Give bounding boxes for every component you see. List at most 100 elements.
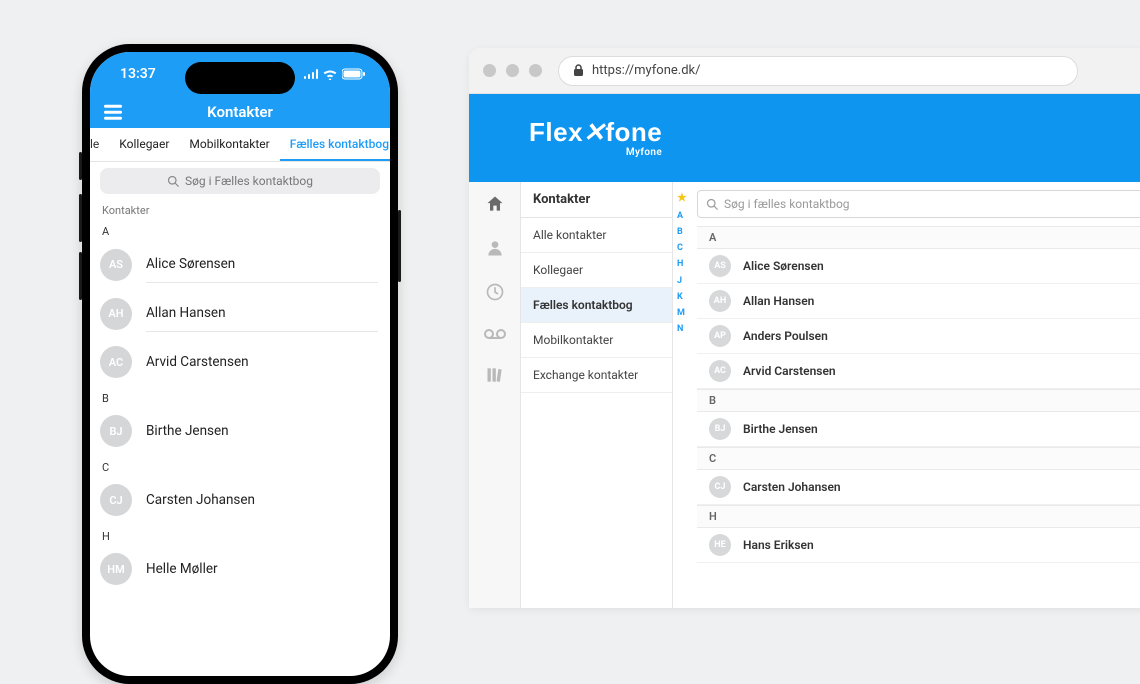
section-header: C xyxy=(697,447,1140,470)
tab-kollegaer[interactable]: Kollegaer xyxy=(109,128,179,161)
contact-name: Alice Sørensen xyxy=(743,259,824,273)
sidebar-item-alle[interactable]: Alle kontakter xyxy=(521,218,672,253)
contact-row[interactable]: AC Arvid Carstensen xyxy=(90,338,390,386)
contact-row[interactable]: AS Alice Sørensen xyxy=(90,240,390,289)
search-placeholder: Søg i fælles kontaktbog xyxy=(724,197,850,211)
contact-row[interactable]: AH Allan Hansen xyxy=(697,284,1140,319)
window-dot[interactable] xyxy=(506,64,519,77)
avatar: AH xyxy=(709,290,731,312)
avatar: AC xyxy=(709,360,731,382)
home-icon[interactable] xyxy=(485,194,505,218)
sidebar-title: Kontakter xyxy=(521,182,672,218)
index-letter[interactable]: B xyxy=(677,224,693,240)
contact-row[interactable]: AP Anders Poulsen xyxy=(697,319,1140,354)
sidebar-item-kollegaer[interactable]: Kollegaer xyxy=(521,253,672,288)
section-header: H xyxy=(90,524,390,545)
contact-row[interactable]: BJ Birthe Jensen xyxy=(90,407,390,455)
menu-icon[interactable] xyxy=(104,105,122,120)
contact-list: A AS Alice Sørensen AH Allan Hansen AP A… xyxy=(697,226,1140,608)
sidebar-item-mobil[interactable]: Mobilkontakter xyxy=(521,323,672,358)
avatar: AS xyxy=(100,249,132,281)
avatar: AS xyxy=(709,255,731,277)
signal-icon xyxy=(304,69,319,79)
brand-logo: Flex✕fone xyxy=(529,119,662,145)
contact-row[interactable]: AH Allan Hansen xyxy=(90,289,390,338)
window-dot[interactable] xyxy=(529,64,542,77)
brand-sub: Myfone xyxy=(529,147,662,158)
url-bar[interactable]: https://myfone.dk/ xyxy=(558,56,1078,86)
tabs: le Kollegaer Mobilkontakter Fælles konta… xyxy=(90,128,390,162)
index-letter[interactable]: M xyxy=(677,305,693,321)
app-title: Kontakter xyxy=(207,103,273,121)
phone-notch xyxy=(185,62,295,94)
avatar: BJ xyxy=(100,415,132,447)
tab-partial[interactable]: le xyxy=(90,128,109,161)
avatar: AC xyxy=(100,346,132,378)
alpha-index: ★ A B C H J K M N xyxy=(673,182,693,608)
search-placeholder: Søg i Fælles kontaktbog xyxy=(185,174,313,188)
index-letter[interactable]: C xyxy=(677,240,693,256)
search-icon xyxy=(706,198,718,210)
index-letter[interactable]: A xyxy=(677,208,693,224)
contact-name: Arvid Carstensen xyxy=(146,344,378,380)
contact-row[interactable]: CJ Carsten Johansen xyxy=(697,470,1140,505)
browser-chrome: https://myfone.dk/ xyxy=(469,48,1140,94)
avatar: HM xyxy=(100,553,132,585)
list-label: Kontakter xyxy=(90,200,390,219)
contact-row[interactable]: AS Alice Sørensen xyxy=(697,249,1140,284)
index-letter[interactable]: J xyxy=(677,273,693,289)
contact-name: Carsten Johansen xyxy=(743,480,841,494)
contact-row[interactable]: HE Hans Eriksen xyxy=(697,528,1140,563)
browser-window: https://myfone.dk/ Flex✕fone Myfone xyxy=(469,48,1140,608)
avatar: HE xyxy=(709,534,731,556)
contact-name: Allan Hansen xyxy=(743,294,814,308)
index-letter[interactable]: N xyxy=(677,321,693,337)
window-dot[interactable] xyxy=(483,64,496,77)
contact-name: Arvid Carstensen xyxy=(743,364,836,378)
contact-name: Helle Møller xyxy=(146,551,378,587)
voicemail-icon[interactable] xyxy=(484,326,506,345)
section-header: B xyxy=(90,386,390,407)
contact-name: Allan Hansen xyxy=(146,295,378,332)
avatar: CJ xyxy=(709,476,731,498)
contact-row[interactable]: CJ Carsten Johansen xyxy=(90,476,390,524)
star-icon[interactable]: ★ xyxy=(677,188,693,208)
section-header: A xyxy=(697,226,1140,249)
url-text: https://myfone.dk/ xyxy=(592,63,700,78)
avatar: BJ xyxy=(709,418,731,440)
section-header: A xyxy=(90,219,390,240)
search-input[interactable]: Søg i Fælles kontaktbog xyxy=(100,168,380,194)
section-header: H xyxy=(697,505,1140,528)
lock-icon xyxy=(573,64,584,77)
main-column: Søg i fælles kontaktbog ❯ A AS Alice Sør… xyxy=(693,182,1140,608)
tab-faelles[interactable]: Fælles kontaktbog xyxy=(280,128,390,161)
wifi-icon xyxy=(322,68,338,80)
clock-icon[interactable] xyxy=(485,282,505,306)
contact-row[interactable]: AC Arvid Carstensen xyxy=(697,354,1140,389)
library-icon[interactable] xyxy=(485,365,505,389)
person-icon[interactable] xyxy=(485,238,505,262)
contact-name: Carsten Johansen xyxy=(146,482,378,518)
contact-row[interactable]: BJ Birthe Jensen xyxy=(697,412,1140,447)
battery-icon xyxy=(342,68,366,80)
contact-name: Hans Eriksen xyxy=(743,538,814,552)
sidebar-item-exchange[interactable]: Exchange kontakter xyxy=(521,358,672,393)
contact-name: Anders Poulsen xyxy=(743,329,828,343)
search-icon xyxy=(167,175,179,187)
brand-bar: Flex✕fone Myfone xyxy=(469,94,1140,182)
phone-mockup: 13:37 Kontakter le Kollegaer Mobilkontak… xyxy=(82,44,398,684)
avatar: CJ xyxy=(100,484,132,516)
avatar: AP xyxy=(709,325,731,347)
tab-mobilkontakter[interactable]: Mobilkontakter xyxy=(179,128,279,161)
index-letter[interactable]: H xyxy=(677,256,693,272)
avatar: AH xyxy=(100,298,132,330)
section-header: C xyxy=(90,455,390,476)
index-letter[interactable]: K xyxy=(677,289,693,305)
contact-name: Birthe Jensen xyxy=(146,413,378,449)
search-input[interactable]: Søg i fælles kontaktbog xyxy=(697,190,1140,218)
nav-rail xyxy=(469,182,521,608)
status-time: 13:37 xyxy=(120,66,156,82)
sidebar-item-faelles[interactable]: Fælles kontaktbog xyxy=(521,288,672,323)
contact-row[interactable]: HM Helle Møller xyxy=(90,545,390,593)
contact-list: Kontakter A AS Alice Sørensen AH Allan H… xyxy=(90,200,390,676)
